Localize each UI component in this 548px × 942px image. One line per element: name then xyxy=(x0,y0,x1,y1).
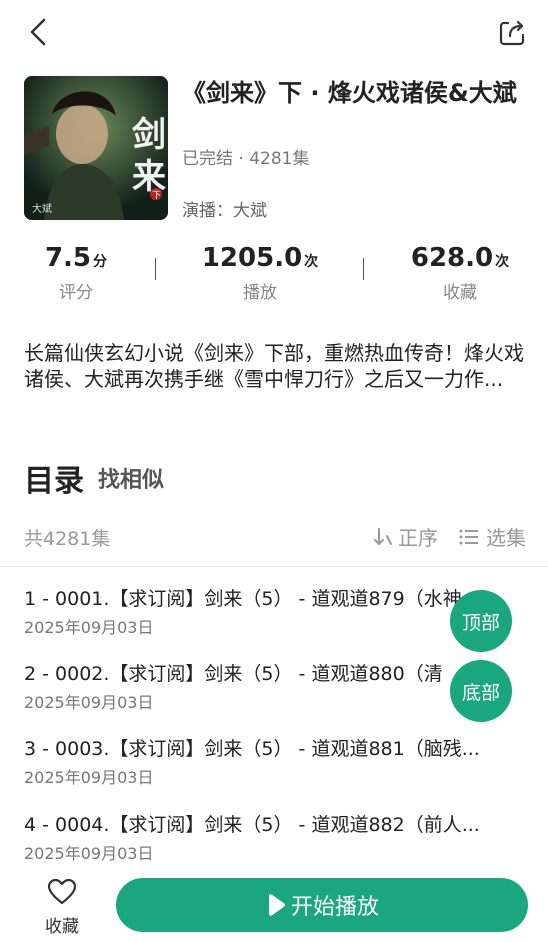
audiobook-detail-page: 剑 来 下 大斌 《剑来》下 · 烽火戏诸侯&大斌 已完结 · 4281集 演播… xyxy=(0,0,548,942)
stat-plays: 1205.0 次 播放 xyxy=(180,240,340,303)
episode-title: 3 - 0003.【求订阅】剑来（5） - 道观道881（脑残... xyxy=(24,738,480,760)
stat-favorites: 628.0 次 收藏 xyxy=(380,240,540,303)
book-description[interactable]: 长篇仙侠玄幻小说《剑来》下部，重燃热血传奇！烽火戏诸侯、大斌再次携手继《雪中悍刀… xyxy=(24,340,524,392)
stats-row: 7.5 分 评分 1205.0 次 播放 628.0 次 收藏 xyxy=(0,240,548,310)
episode-date: 2025年09月03日 xyxy=(24,618,154,637)
episode-date: 2025年09月03日 xyxy=(24,693,154,712)
play-label: 开始播放 xyxy=(290,895,379,920)
cover-artwork: 剑 来 下 大斌 xyxy=(24,76,168,220)
book-cover[interactable]: 剑 来 下 大斌 xyxy=(24,76,168,220)
bottom-bar: 收藏 开始播放 xyxy=(0,870,548,942)
list-icon xyxy=(459,529,478,544)
episode-title: 2 - 0002.【求订阅】剑来（5） - 道观道880（清 xyxy=(24,663,443,685)
stat-value: 1205.0 xyxy=(201,243,303,273)
select-label: 选集 xyxy=(486,526,526,550)
stat-value: 7.5 xyxy=(44,243,92,273)
stat-label: 播放 xyxy=(243,283,277,303)
scroll-top-button[interactable]: 顶部 xyxy=(450,590,512,652)
share-button[interactable] xyxy=(494,14,530,50)
stat-value: 628.0 xyxy=(410,243,494,273)
book-title: 《剑来》下 · 烽火戏诸侯&大斌 xyxy=(182,79,517,107)
find-similar-button[interactable]: 找相似 xyxy=(98,462,164,494)
episode-item[interactable]: 2 - 0002.【求订阅】剑来（5） - 道观道880（清 2025年09月0… xyxy=(24,661,524,713)
stat-unit: 次 xyxy=(304,254,319,270)
favorite-label: 收藏 xyxy=(45,917,79,937)
back-button[interactable] xyxy=(22,14,58,50)
chevron-left-icon xyxy=(30,18,46,46)
episode-item[interactable]: 1 - 0001.【求订阅】剑来（5） - 道观道879（水神 2025年09月… xyxy=(24,586,524,638)
heart-icon xyxy=(47,878,77,905)
stat-rating: 7.5 分 评分 xyxy=(0,240,156,303)
play-icon xyxy=(268,894,285,916)
stat-label: 评分 xyxy=(59,283,93,303)
stat-unit: 分 xyxy=(93,254,108,270)
stat-divider xyxy=(363,258,364,280)
sort-icon xyxy=(374,527,392,545)
start-play-button[interactable]: 开始播放 xyxy=(116,878,528,932)
episode-title: 1 - 0001.【求订阅】剑来（5） - 道观道879（水神 xyxy=(24,588,462,610)
share-icon xyxy=(499,20,525,46)
episode-count: 共4281集 xyxy=(24,528,111,550)
book-narrator: 演播：大斌 xyxy=(182,201,267,221)
stat-divider xyxy=(155,258,156,280)
select-episodes-button[interactable]: 选集 xyxy=(458,522,526,551)
episode-title: 4 - 0004.【求订阅】剑来（5） - 道观道882（前人... xyxy=(24,814,480,836)
cover-badge: 下 xyxy=(152,191,161,201)
stat-unit: 次 xyxy=(495,254,510,270)
episode-item[interactable]: 4 - 0004.【求订阅】剑来（5） - 道观道882（前人... 2025年… xyxy=(24,812,524,864)
cover-author: 大斌 xyxy=(32,202,52,215)
episode-date: 2025年09月03日 xyxy=(24,768,154,787)
favorite-button[interactable]: 收藏 xyxy=(36,878,88,937)
episode-item[interactable]: 3 - 0003.【求订阅】剑来（5） - 道观道881（脑残... 2025年… xyxy=(24,736,524,788)
scroll-bottom-button[interactable]: 底部 xyxy=(450,660,512,722)
cover-title-char-1: 剑 xyxy=(132,115,166,155)
sort-label: 正序 xyxy=(398,526,438,550)
catalog-divider xyxy=(0,566,548,567)
book-status: 已完结 · 4281集 xyxy=(182,149,310,169)
episode-date: 2025年09月03日 xyxy=(24,844,154,863)
stat-label: 收藏 xyxy=(443,283,477,303)
sort-order-button[interactable]: 正序 xyxy=(372,522,438,551)
catalog-title: 目录 xyxy=(24,464,84,499)
